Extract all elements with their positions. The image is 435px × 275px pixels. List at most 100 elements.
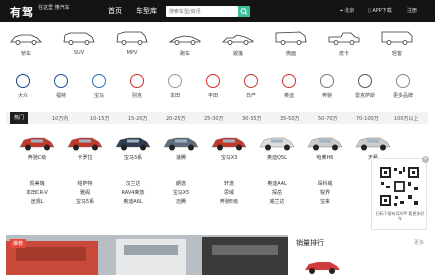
body-type-label: MPV bbox=[126, 50, 138, 56]
brand-logo-icon bbox=[320, 74, 334, 88]
car-name-link[interactable]: RAV4荣放 bbox=[108, 189, 158, 198]
car-name: 哈弗H6 bbox=[316, 155, 334, 161]
brand-7[interactable]: 奥迪 bbox=[272, 74, 306, 99]
register-link[interactable]: 注册 bbox=[407, 7, 417, 14]
car-card[interactable]: 宝马3系 bbox=[108, 132, 158, 161]
brand-label: 别克 bbox=[131, 93, 142, 99]
brand-logo-icon bbox=[16, 74, 30, 88]
brand-6[interactable]: 日产 bbox=[234, 74, 268, 99]
body-type-2[interactable]: MPV bbox=[112, 30, 152, 56]
nav-home[interactable]: 首页 bbox=[108, 6, 122, 16]
car-name-link[interactable]: 迈腾 bbox=[156, 198, 206, 207]
car-card[interactable]: 宝马X3 bbox=[204, 132, 254, 161]
tab-6[interactable]: 30-35万 bbox=[242, 115, 262, 122]
tab-2[interactable]: 10-15万 bbox=[90, 115, 110, 122]
car-name-link[interactable]: 奥迪A4L bbox=[252, 180, 302, 189]
sports-car-icon bbox=[168, 35, 201, 45]
car-name-link[interactable]: 奔驰E级 bbox=[204, 198, 254, 207]
brand-label: 丰田 bbox=[207, 93, 218, 99]
brand-2[interactable]: 宝马 bbox=[82, 74, 116, 99]
car-name-link[interactable]: 奥迪A6L bbox=[108, 198, 158, 207]
red-car-thumbnail[interactable] bbox=[302, 257, 342, 275]
phone-icon: ▯ bbox=[368, 8, 371, 14]
car-name-link[interactable]: 昂科威 bbox=[300, 180, 350, 189]
car-name-link[interactable]: 凯美瑞 bbox=[12, 180, 62, 189]
brand-8[interactable]: 奔驰 bbox=[310, 74, 344, 99]
car-name-column: 汉兰达 RAV4荣放 奥迪A6L bbox=[108, 180, 158, 207]
search-button[interactable] bbox=[238, 6, 250, 17]
car-name-link[interactable]: 锐界 bbox=[300, 189, 350, 198]
body-type-6[interactable]: 皮卡 bbox=[324, 30, 364, 57]
brand-3[interactable]: 别克 bbox=[120, 74, 154, 99]
car-name-link[interactable]: 宝马X5 bbox=[156, 189, 206, 198]
brand-label: 日产 bbox=[245, 93, 256, 99]
car-name-link[interactable]: 汉兰达 bbox=[108, 180, 158, 189]
body-type-0[interactable]: 轿车 bbox=[6, 30, 46, 57]
sales-ranking-more-link[interactable]: 更多 bbox=[414, 239, 424, 246]
location-selector[interactable]: ⌖ 北京 bbox=[340, 7, 354, 14]
site-logo[interactable]: 有驾 bbox=[10, 4, 34, 20]
car-thumbnail-icon bbox=[19, 137, 55, 151]
brand-4[interactable]: 本田 bbox=[158, 74, 192, 99]
sedan-icon bbox=[10, 34, 42, 45]
tab-9[interactable]: 70-100万 bbox=[356, 115, 379, 122]
car-card[interactable]: 哈弗H6 bbox=[300, 132, 350, 161]
car-thumbnail-icon bbox=[355, 137, 391, 151]
banner-image[interactable]: 推荐 bbox=[6, 235, 288, 275]
car-thumbnail-icon bbox=[67, 137, 103, 151]
body-type-label: SUV bbox=[73, 50, 85, 56]
car-card[interactable]: 天籁 bbox=[348, 132, 398, 161]
car-card[interactable]: 速腾 bbox=[156, 132, 206, 161]
tab-4[interactable]: 20-25万 bbox=[166, 115, 186, 122]
app-download-link[interactable]: ▯ APP下载 bbox=[368, 7, 392, 14]
car-name-link[interactable]: 轩逸 bbox=[204, 180, 254, 189]
car-name: 卡罗拉 bbox=[77, 155, 93, 161]
car-name-link[interactable]: 本田CR-V bbox=[12, 189, 62, 198]
brand-label: 奥迪 bbox=[283, 93, 294, 99]
nav-car-library[interactable]: 车型库 bbox=[136, 6, 157, 16]
car-name-column: 帕萨特 雅阁 宝马5系 bbox=[60, 180, 110, 207]
body-type-3[interactable]: 跑车 bbox=[165, 30, 205, 57]
tab-5[interactable]: 25-30万 bbox=[204, 115, 224, 122]
tab-3[interactable]: 15-20万 bbox=[128, 115, 148, 122]
brand-label: 本田 bbox=[169, 93, 180, 99]
close-icon[interactable]: × bbox=[422, 156, 429, 163]
body-type-7[interactable]: 轻客 bbox=[377, 30, 417, 57]
search-input[interactable] bbox=[166, 6, 226, 17]
brand-logo-icon bbox=[396, 74, 410, 88]
price-tabs: 热门 10万内 10-15万 15-20万 20-25万 25-30万 30-35万 35-5… bbox=[6, 112, 428, 124]
car-name-link[interactable]: 朗逸 bbox=[156, 180, 206, 189]
brand-9[interactable]: 雷克萨斯 bbox=[348, 74, 382, 99]
body-type-label: 轿车 bbox=[20, 51, 31, 57]
tab-8[interactable]: 50-70万 bbox=[318, 115, 338, 122]
car-thumbnail-icon bbox=[259, 137, 295, 151]
pickup-icon bbox=[328, 32, 360, 45]
tab-1[interactable]: 10万内 bbox=[52, 115, 68, 122]
car-name-link[interactable]: 威兰达 bbox=[252, 198, 302, 207]
brand-0[interactable]: 大众 bbox=[6, 74, 40, 99]
body-type-5[interactable]: 微面 bbox=[271, 30, 311, 57]
car-card[interactable]: 奔驰C级 bbox=[12, 132, 62, 161]
tab-0[interactable]: 热门 bbox=[10, 112, 29, 124]
brand-5[interactable]: 丰田 bbox=[196, 74, 230, 99]
banner-trucks-image bbox=[6, 235, 288, 275]
car-card[interactable]: 卡罗拉 bbox=[60, 132, 110, 161]
body-type-4[interactable]: 敞篷 bbox=[218, 30, 258, 57]
car-card[interactable]: 奥迪Q5L bbox=[252, 132, 302, 161]
car-name: 宝马X3 bbox=[220, 155, 238, 161]
tab-10[interactable]: 100万以上 bbox=[394, 115, 419, 122]
brand-logo-icon bbox=[130, 74, 144, 88]
body-type-1[interactable]: SUV bbox=[59, 30, 99, 56]
brand-label: 奔驰 bbox=[321, 93, 332, 99]
brand-10[interactable]: 更多品牌 bbox=[386, 74, 420, 99]
brand-1[interactable]: 福特 bbox=[44, 74, 78, 99]
car-name-link[interactable]: 雅阁 bbox=[60, 189, 110, 198]
tab-7[interactable]: 35-50万 bbox=[280, 115, 300, 122]
car-name-link[interactable]: 探岳 bbox=[252, 189, 302, 198]
car-name-link[interactable]: 思域 bbox=[204, 189, 254, 198]
brand-logo-icon bbox=[358, 74, 372, 88]
car-name-link[interactable]: 途观L bbox=[12, 198, 62, 207]
car-name-link[interactable]: 宝来 bbox=[300, 198, 350, 207]
car-name-link[interactable]: 宝马5系 bbox=[60, 198, 110, 207]
car-name-link[interactable]: 帕萨特 bbox=[60, 180, 110, 189]
